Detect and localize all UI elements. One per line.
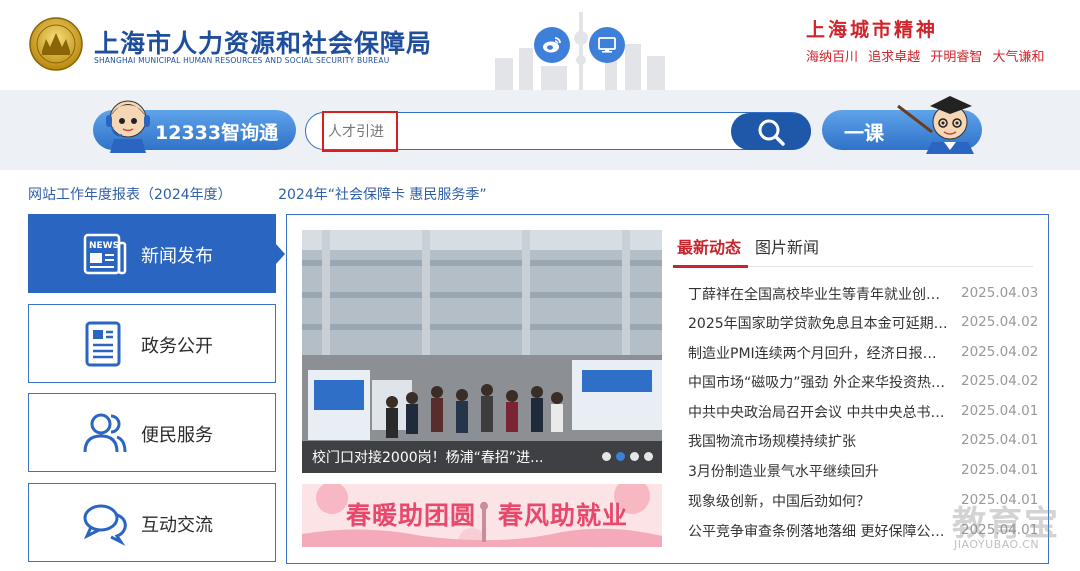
site-title-english: SHANGHAI MUNICIPAL HUMAN RESOURCES AND S… [94,56,390,65]
news-list-item[interactable]: 我国物流市场规模持续扩张 2025.04.01 [688,431,1038,451]
slider-caption[interactable]: 校门口对接2000岗！杨浦“春招”进... [312,447,544,467]
nav-label: 新闻发布 [141,246,213,267]
slider-dot[interactable] [602,452,611,461]
news-list-item[interactable]: 3月份制造业景气水平继续回升 2025.04.01 [688,461,1038,481]
news-date: 2025.04.01 [961,462,1039,478]
news-list-item[interactable]: 制造业PMI连续两个月回升，经济日报评论 2025.04.02 [688,343,1038,363]
news-date: 2025.04.01 [961,432,1039,448]
spirit-phrase: 海纳百川 [806,50,859,65]
slider-dot-active[interactable] [616,452,625,461]
watermark-subtext: JIAOYUBAO.CN [954,538,1040,551]
news-icon: NEWS [83,233,127,275]
nav-public-services[interactable]: 便民服务 [28,393,276,472]
slider-dot[interactable] [630,452,639,461]
news-title[interactable]: 丁薛祥在全国高校毕业生等青年就业创业工作会议上强调 [688,284,950,304]
svg-text:NEWS: NEWS [89,241,119,251]
news-date: 2025.04.02 [961,344,1039,360]
search-button[interactable] [731,113,811,150]
spring-employment-banner[interactable]: 春暖助团圆 春风助就业 [302,484,662,547]
site-header: 上海市人力资源和社会保障局 SHANGHAI MUNICIPAL HUMAN R… [0,0,1080,90]
news-title[interactable]: 制造业PMI连续两个月回升，经济日报评论 [688,343,950,363]
accessibility-screen-button[interactable] [589,27,625,63]
marquee-link[interactable]: 2024年“社会保障卡 惠民服务季” [278,187,487,203]
news-date: 2025.04.02 [961,314,1039,330]
search-icon [758,119,785,146]
news-list-item[interactable]: 丁薛祥在全国高校毕业生等青年就业创业工作会议上强调 2025.04.03 [688,284,1038,304]
city-emblem-icon[interactable] [28,17,84,71]
yike-label: 一课 [844,121,884,145]
nav-government-affairs[interactable]: 政务公开 [28,304,276,383]
news-slider[interactable]: 校门口对接2000岗！杨浦“春招”进... [302,230,662,473]
chat-icon [83,504,127,546]
active-tab-underline [673,265,748,268]
notice-marquee: 网站工作年度报表（2024年度） 2024年“社会保障卡 惠民服务季” [28,184,1068,204]
news-title[interactable]: 中国市场“磁吸力”强劲 外企来华投资热情高涨 [688,372,950,392]
city-spirit-title: 上海城市精神 [806,19,939,41]
teacher-mascot-icon [897,96,974,154]
nav-label: 便民服务 [141,425,213,446]
news-title[interactable]: 公平竞争审查条例落地落细 更好保障公平竞争 [688,521,950,541]
news-date: 2025.04.02 [961,373,1039,389]
site-title[interactable]: 上海市人力资源和社会保障局 [94,24,432,60]
marquee-link[interactable]: 网站工作年度报表（2024年度） [28,187,232,203]
slider-caption-bar: 校门口对接2000岗！杨浦“春招”进... [302,441,662,473]
document-icon [85,321,121,367]
headset-mascot-icon [106,100,150,153]
slider-dot[interactable] [644,452,653,461]
watermark: 教育宝 JIAOYUBAO.CN [952,496,1064,554]
news-date: 2025.04.03 [961,285,1039,301]
nav-label: 互动交流 [141,515,213,536]
spirit-phrase: 开明睿智 [930,50,983,65]
news-title[interactable]: 2025年国家助学贷款免息且本金可延期偿还 [688,313,950,333]
search-highlight-box [322,111,398,152]
weibo-icon [543,37,561,53]
job-fair-photo [302,230,662,473]
hotline-label: 12333智询通 [155,122,279,144]
banner-text-right: 春风助就业 [498,501,629,530]
people-icon [83,413,127,453]
news-title[interactable]: 3月份制造业景气水平继续回升 [688,461,950,481]
weibo-button[interactable] [534,27,570,63]
nav-interactive-communication[interactable]: 互动交流 [28,483,276,562]
news-list-item[interactable]: 2025年国家助学贷款免息且本金可延期偿还 2025.04.02 [688,313,1038,333]
news-list-item[interactable]: 中共中央政治局召开会议 中共中央总书记习近平主持会议 2025.04.01 [688,402,1038,422]
skyline-decoration [495,12,665,90]
tab-latest-news[interactable]: 最新动态 [677,234,741,258]
spirit-phrase: 追求卓越 [868,50,921,65]
banner-text-left: 春暖助团圆 [346,501,477,530]
city-spirit-phrases: 海纳百川 追求卓越 开明睿智 大气谦和 [806,46,1050,65]
nav-label: 政务公开 [141,336,213,357]
news-date: 2025.04.01 [961,403,1039,419]
news-title[interactable]: 我国物流市场规模持续扩张 [688,431,950,451]
spirit-phrase: 大气谦和 [992,50,1045,65]
news-title[interactable]: 中共中央政治局召开会议 中共中央总书记习近平主持会议 [688,402,950,422]
tab-photo-news[interactable]: 图片新闻 [755,234,819,258]
nav-news-release[interactable]: NEWS 新闻发布 [28,214,276,293]
news-list-item[interactable]: 中国市场“磁吸力”强劲 外企来华投资热情高涨 2025.04.02 [688,372,1038,392]
search-band: 12333智询通 一课 [0,90,1080,170]
news-title[interactable]: 现象级创新，中国后劲如何？ [688,491,950,511]
active-nav-arrow [276,244,285,264]
monitor-icon [598,37,616,53]
